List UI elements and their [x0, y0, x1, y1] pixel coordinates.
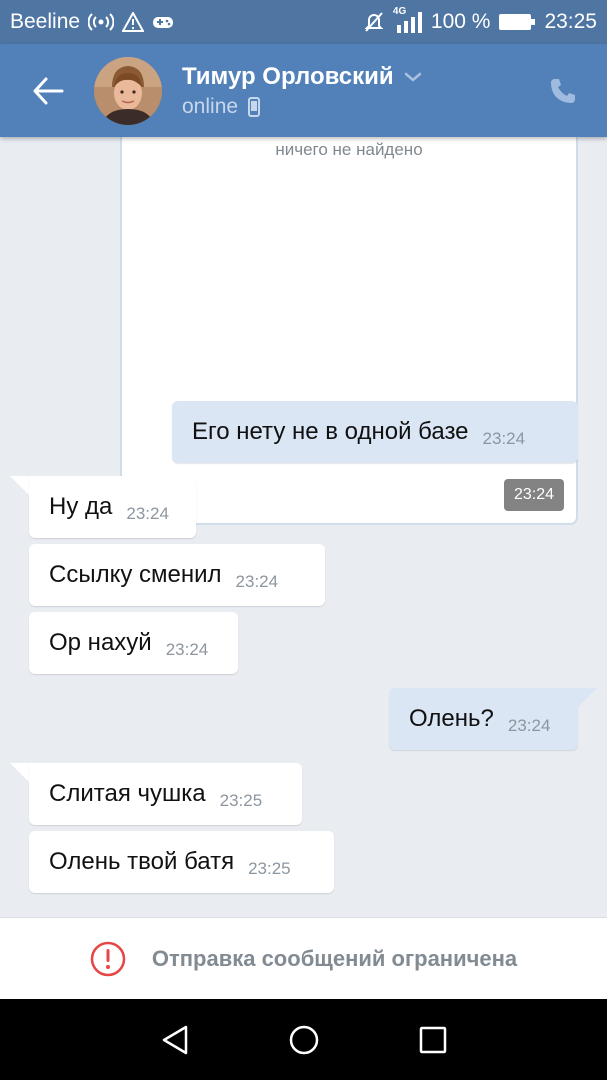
warning-icon [122, 12, 145, 32]
battery-icon [498, 12, 536, 32]
message-time: 23:25 [219, 791, 263, 810]
message-text: Олень твой батя [49, 848, 235, 875]
alert-circle-icon [90, 941, 126, 976]
message-text: Ор нахуй [49, 629, 152, 656]
search-result-card[interactable]: ничего не найдено 23:24 [120, 137, 578, 525]
messaging-restricted-bar: Отправка сообщений ограничена [0, 917, 607, 999]
network-label: 4G [392, 6, 407, 17]
message-bubble-incoming[interactable]: Ссылку сменил 23:24 [29, 544, 325, 606]
nav-back-button[interactable] [145, 1010, 205, 1070]
message-bubble-incoming[interactable]: Олень твой батя 23:25 [29, 831, 334, 893]
chat-header: Тимур Орловский online [0, 44, 607, 137]
message-text: Олень? [409, 705, 494, 732]
restriction-text: Отправка сообщений ограничена [151, 945, 518, 971]
message-time: 23:24 [507, 716, 551, 735]
status-right: 4G 100 % 23:25 [363, 6, 597, 34]
signal-icon: 4G [393, 6, 423, 33]
message-time: 23:24 [165, 640, 209, 659]
mute-icon [363, 11, 385, 33]
title-row: Тимур Орловский [182, 63, 422, 91]
message-tail [575, 688, 597, 710]
hotspot-icon [88, 13, 115, 31]
message-text: Его нету не в одной базе [192, 418, 469, 445]
message-bubble-outgoing[interactable]: Его нету не в одной базе 23:24 [172, 401, 578, 463]
carrier-label: Beeline [10, 10, 81, 33]
message-time: 23:25 [248, 859, 291, 878]
triangle-back-icon [162, 1025, 187, 1054]
avatar[interactable] [94, 56, 162, 125]
contact-status: online [182, 94, 239, 118]
call-button[interactable] [541, 69, 585, 113]
phone-icon [551, 78, 575, 103]
status-bar: Beeline 4G 100 % 23:25 [0, 0, 607, 44]
mobile-device-icon [248, 96, 261, 117]
message-time: 23:24 [235, 572, 279, 591]
back-button[interactable] [18, 61, 78, 121]
circle-home-icon [289, 1025, 318, 1054]
message-text: Ну да [49, 493, 113, 520]
card-timestamp: 23:24 [503, 479, 564, 511]
message-time: 23:24 [482, 429, 526, 448]
battery-label: 100 % [430, 10, 491, 33]
clock-label: 23:25 [544, 10, 597, 33]
status-row: online [182, 95, 422, 119]
title-block[interactable]: Тимур Орловский online [182, 63, 422, 119]
message-bubble-outgoing[interactable]: Олень? 23:24 [389, 688, 578, 750]
nav-home-button[interactable] [274, 1010, 334, 1070]
message-text: Слитая чушка [49, 780, 206, 807]
empty-result-text: ничего не найдено [275, 140, 423, 159]
system-navigation-bar [0, 999, 607, 1080]
game-controller-icon [152, 13, 174, 31]
message-bubble-incoming[interactable]: Слитая чушка 23:25 [29, 763, 302, 825]
status-left: Beeline [10, 10, 174, 34]
contact-name: Тимур Орловский [182, 62, 394, 90]
back-arrow-icon [33, 77, 64, 104]
message-bubble-incoming[interactable]: Ну да 23:24 [29, 476, 196, 538]
message-bubble-incoming[interactable]: Ор нахуй 23:24 [29, 612, 238, 674]
message-time: 23:24 [126, 504, 169, 523]
square-recents-icon [419, 1026, 446, 1053]
chevron-down-icon [404, 72, 421, 82]
message-text: Ссылку сменил [49, 561, 222, 588]
nav-recents-button[interactable] [403, 1010, 463, 1070]
chat-area[interactable]: ничего не найдено 23:24 Его нету не в од… [0, 137, 607, 917]
